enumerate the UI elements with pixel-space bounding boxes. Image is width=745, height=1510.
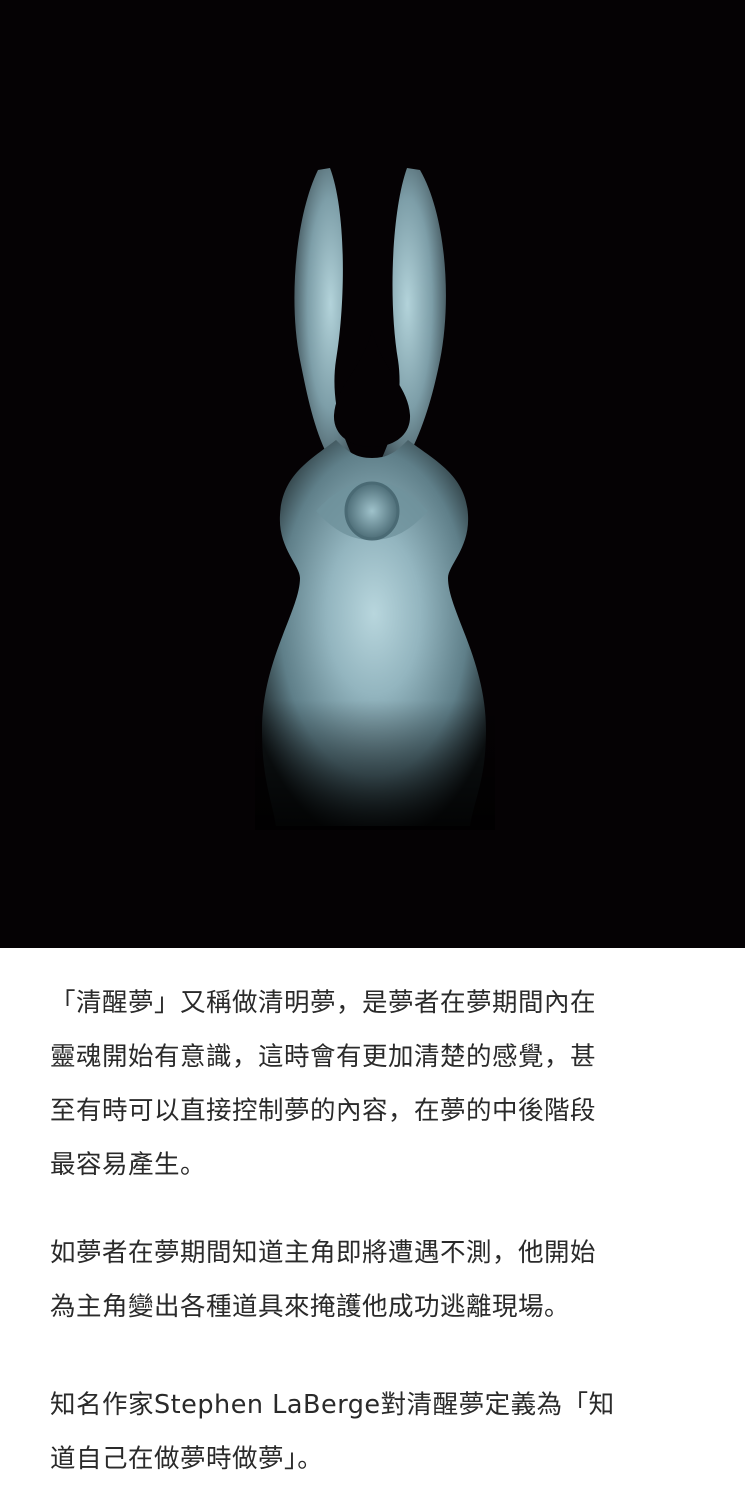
- paragraph-example: 如夢者在夢期間知道主角即將遭遇不測，他開始 為主角變出各種道具來掩護他成功逃離現…: [50, 1238, 597, 1322]
- paragraph-definition: 「清醒夢」又稱做清明夢，是夢者在夢期間內在 靈魂開始有意識，這時會有更加清楚的感…: [50, 988, 597, 1180]
- article-text: 「清醒夢」又稱做清明夢，是夢者在夢期間內在 靈魂開始有意識，這時會有更加清楚的感…: [0, 948, 745, 1510]
- page: 「清醒夢」又稱做清明夢，是夢者在夢期間內在 靈魂開始有意識，這時會有更加清楚的感…: [0, 0, 745, 1510]
- eye-iris: [344, 481, 400, 541]
- illustration-panel: [0, 0, 745, 948]
- rabbit-eye-illustration: [255, 168, 495, 830]
- paragraph-quote: 知名作家Stephen LaBerge對清醒夢定義為「知 道自己在做夢時做夢」。: [50, 1390, 615, 1474]
- base-shadow: [255, 700, 495, 830]
